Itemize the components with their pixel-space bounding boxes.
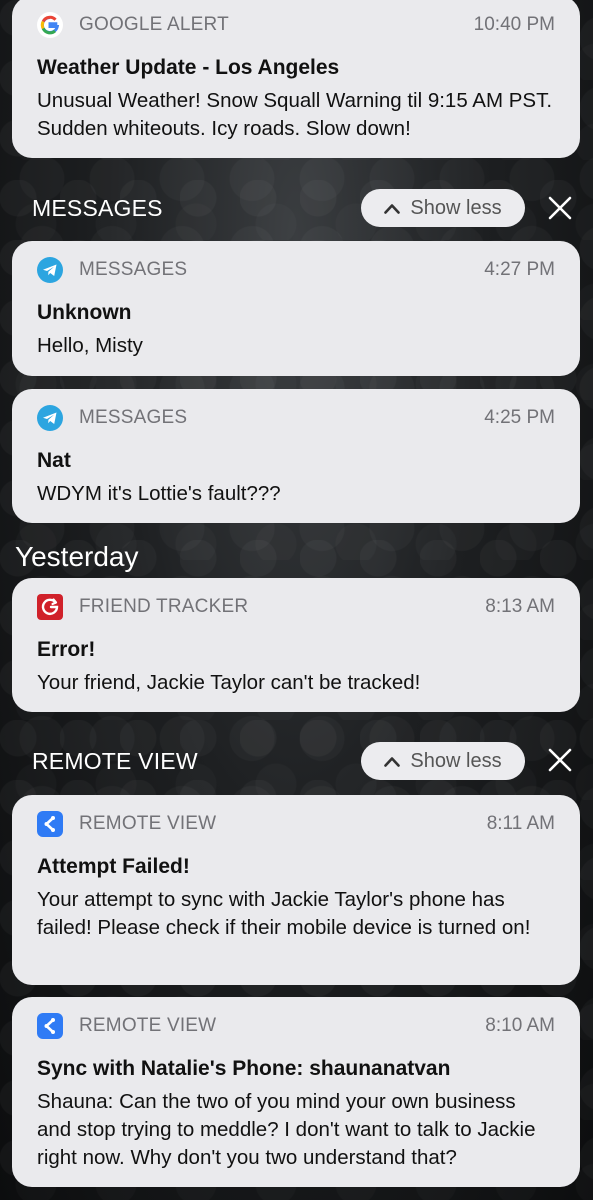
notification-time: 4:25 PM	[484, 407, 555, 428]
google-icon	[37, 12, 63, 38]
notification-header: FRIEND TRACKER 8:13 AM	[37, 578, 555, 636]
telegram-icon	[37, 257, 63, 283]
remote-view-icon	[37, 1013, 63, 1039]
notification-header: GOOGLE ALERT 10:40 PM	[37, 0, 555, 54]
notification-card-messages[interactable]: MESSAGES 4:25 PM Nat WDYM it's Lottie's …	[12, 389, 580, 523]
notification-title: Sync with Natalie's Phone: shaunanatvan	[37, 1057, 451, 1080]
app-name: MESSAGES	[79, 407, 188, 428]
notification-body: Your attempt to sync with Jackie Taylor'…	[37, 888, 531, 939]
notification-card-remote-view[interactable]: REMOTE VIEW 8:11 AM Attempt Failed! Your…	[12, 795, 580, 985]
notification-time: 8:10 AM	[485, 1015, 555, 1036]
notification-title: Unknown	[37, 301, 132, 324]
notification-header: REMOTE VIEW 8:11 AM	[37, 795, 555, 853]
telegram-icon	[37, 405, 63, 431]
show-less-label: Show less	[410, 749, 502, 772]
notification-card-remote-view[interactable]: REMOTE VIEW 8:10 AM Sync with Natalie's …	[12, 997, 580, 1187]
notification-title: Nat	[37, 449, 71, 472]
close-icon[interactable]	[546, 194, 574, 222]
notification-header: MESSAGES 4:25 PM	[37, 389, 555, 447]
app-name: MESSAGES	[79, 259, 188, 280]
notification-title: Weather Update - Los Angeles	[37, 56, 340, 79]
show-less-label: Show less	[410, 196, 502, 219]
notification-body: Unusual Weather! Snow Squall Warning til…	[37, 89, 553, 140]
notification-card-messages[interactable]: MESSAGES 4:27 PM Unknown Hello, Misty	[12, 241, 580, 376]
notification-time: 10:40 PM	[473, 14, 555, 35]
app-name: REMOTE VIEW	[79, 1015, 217, 1036]
chevron-up-icon	[384, 203, 401, 214]
app-name: GOOGLE ALERT	[79, 14, 229, 35]
notification-body: Your friend, Jackie Taylor can't be trac…	[37, 671, 421, 694]
notification-title: Error!	[37, 638, 96, 661]
notification-card-google-alert[interactable]: GOOGLE ALERT 10:40 PM Weather Update - L…	[12, 0, 580, 158]
app-name: REMOTE VIEW	[79, 813, 217, 834]
remote-view-icon	[37, 811, 63, 837]
section-label-yesterday: Yesterday	[15, 541, 139, 572]
group-header-messages: MESSAGES	[32, 195, 163, 221]
notification-time: 8:11 AM	[486, 813, 555, 834]
show-less-button-remote-view[interactable]: Show less	[361, 742, 525, 780]
notification-time: 4:27 PM	[484, 259, 555, 280]
notification-body: WDYM it's Lottie's fault???	[37, 482, 281, 505]
notification-body: Hello, Misty	[37, 334, 143, 357]
show-less-button-messages[interactable]: Show less	[361, 189, 525, 227]
notification-time: 8:13 AM	[485, 596, 555, 617]
chevron-up-icon	[384, 756, 401, 767]
notification-card-friend-tracker[interactable]: FRIEND TRACKER 8:13 AM Error! Your frien…	[12, 578, 580, 712]
app-name: FRIEND TRACKER	[79, 596, 249, 617]
close-icon[interactable]	[546, 746, 574, 774]
notification-title: Attempt Failed!	[37, 855, 190, 878]
friend-tracker-icon	[37, 594, 63, 620]
notification-header: REMOTE VIEW 8:10 AM	[37, 997, 555, 1055]
notification-header: MESSAGES 4:27 PM	[37, 241, 555, 299]
notification-body: Shauna: Can the two of you mind your own…	[37, 1090, 536, 1169]
group-header-remote-view: REMOTE VIEW	[32, 748, 198, 774]
